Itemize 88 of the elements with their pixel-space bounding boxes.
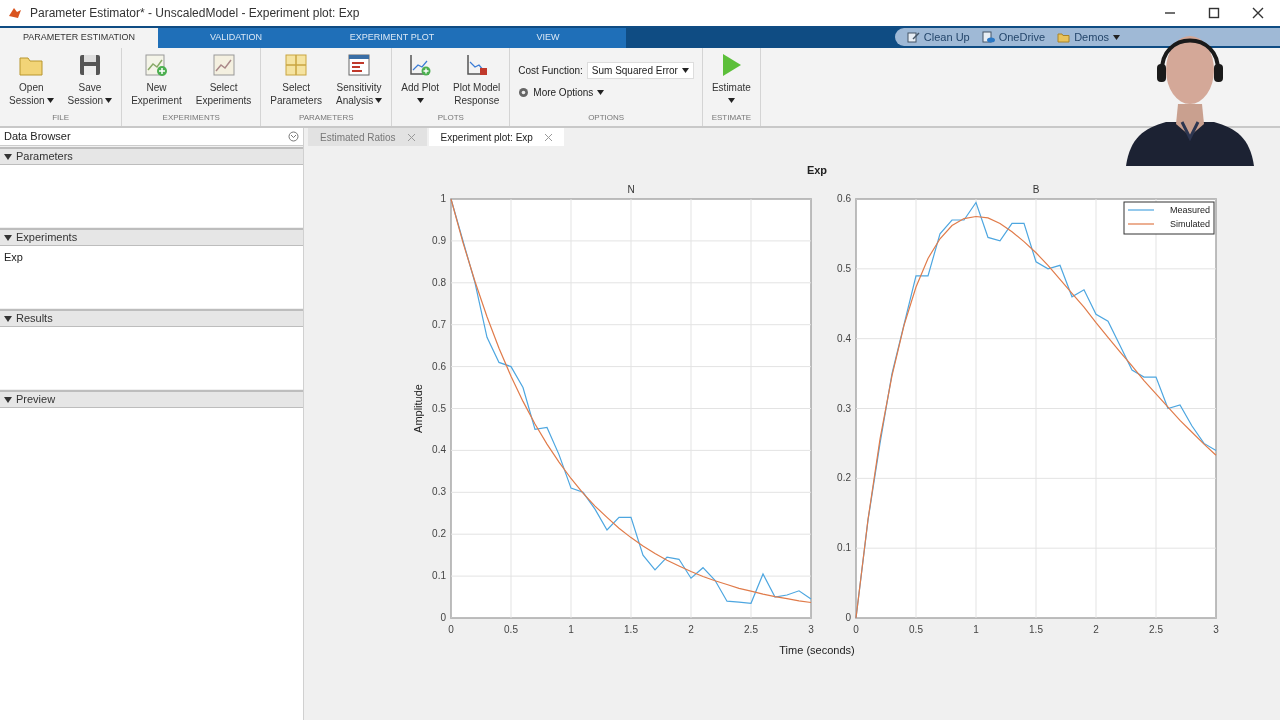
toolstrip-button[interactable]: New Experiment [126, 52, 187, 107]
document-tab[interactable]: Estimated Ratios [308, 128, 427, 146]
tick-label: 0.9 [432, 234, 446, 246]
legend-line [1127, 223, 1155, 225]
tick-label: 0.1 [837, 542, 851, 554]
document-tab[interactable]: Experiment plot: Exp [428, 128, 564, 146]
plot-title: N [627, 184, 635, 195]
more-options-button[interactable]: More Options [518, 85, 694, 100]
cloud-icon [981, 30, 995, 44]
axis-label: Amplitude [412, 384, 424, 433]
section-header[interactable]: Experiments [0, 228, 303, 246]
group-label: FILE [51, 112, 71, 124]
tick-label: 0.2 [432, 528, 446, 540]
toolbar-button[interactable]: Clean Up [906, 28, 970, 46]
toolstrip-button[interactable]: Plot Model Response [448, 52, 506, 107]
tick-label: 0.3 [432, 486, 446, 498]
window-chart-icon [346, 52, 373, 78]
tick-label: 3 [808, 624, 814, 635]
field-label: Cost Function: [518, 64, 583, 78]
tick-label: 1 [973, 624, 979, 635]
group-label: PARAMETERS [298, 112, 355, 124]
tick-label: 0.4 [432, 444, 446, 456]
tick-label: 0 [845, 612, 851, 623]
ribbon-tab[interactable]: PARAMETER ESTIMATION [0, 28, 158, 48]
tick-label: 2.5 [1149, 624, 1163, 635]
legend-label: Simulated [1169, 219, 1210, 229]
gear-icon [518, 87, 530, 98]
tick-label: 1.5 [624, 624, 638, 635]
caret-icon [681, 68, 689, 73]
group-label: ESTIMATE [710, 112, 753, 124]
tick-label: 0.8 [432, 276, 446, 288]
tick-label: 0.2 [837, 472, 851, 484]
toolstrip-button[interactable]: Sensitivity Analysis [331, 52, 388, 107]
tick-label: 0.6 [432, 360, 446, 372]
dropdown-field[interactable]: Sum Squared Error [586, 62, 694, 79]
section-header[interactable]: Parameters [0, 147, 303, 165]
tick-label: 2 [688, 624, 694, 635]
close-icon[interactable] [1252, 7, 1264, 19]
folder-icon [1057, 30, 1071, 44]
document-plus-icon [143, 52, 170, 78]
tick-label: 1.5 [1029, 624, 1043, 635]
plot-title: B [1032, 184, 1040, 195]
tick-label: 0.3 [837, 402, 851, 414]
document-chart-icon [210, 52, 237, 78]
list-item[interactable]: Exp [4, 249, 299, 266]
panel-title: Data Browser [4, 129, 71, 145]
legend-label: Measured [1169, 205, 1210, 215]
toolstrip-button[interactable]: Save Session [62, 52, 118, 107]
tick-label: 0.5 [432, 402, 446, 414]
toolbar-button[interactable]: OneDrive [981, 28, 1046, 46]
tick-label: 0 [853, 624, 859, 635]
section-header[interactable]: Preview [0, 390, 303, 408]
toolstrip-button[interactable]: Open Session [4, 52, 59, 107]
maximize-icon[interactable] [1208, 7, 1220, 19]
tick-label: 0.1 [432, 570, 446, 582]
tick-label: 1 [440, 193, 446, 204]
ribbon-tab[interactable]: VIEW [470, 28, 626, 48]
toolstrip-button[interactable]: Estimate [706, 52, 756, 107]
tick-label: 0.4 [837, 332, 851, 344]
legend-line [1127, 209, 1155, 211]
toolstrip-button[interactable]: Select Experiments [190, 52, 257, 107]
caret-icon [597, 90, 605, 95]
tick-label: 3 [1213, 624, 1219, 635]
tick-label: 2 [1093, 624, 1099, 635]
tick-label: 0 [448, 624, 454, 635]
toolstrip-button[interactable]: Add Plot [396, 52, 445, 107]
collapse-icon[interactable] [288, 131, 299, 142]
section-header[interactable]: Results [0, 309, 303, 327]
tick-label: 0.7 [432, 318, 446, 330]
tick-label: 2.5 [744, 624, 758, 635]
group-label: PLOTS [436, 112, 465, 124]
group-label: EXPERIMENTS [161, 112, 221, 124]
tick-label: 0.5 [837, 262, 851, 274]
tick-label: 1 [568, 624, 574, 635]
app-logo-icon [8, 6, 22, 20]
figure-title: Exp [806, 163, 828, 178]
group-label: OPTIONS [587, 112, 626, 124]
axis-label: Time (seconds) [779, 643, 855, 658]
toolstrip-button[interactable]: Select Parameters [265, 52, 327, 107]
ribbon-tab[interactable]: VALIDATION [158, 28, 314, 48]
tick-label: 0.5 [504, 624, 518, 635]
tick-label: 0 [440, 612, 446, 623]
tick-label: 0.5 [909, 624, 923, 635]
grid-icon [283, 52, 310, 78]
tick-label: 0.6 [837, 193, 851, 204]
ribbon-tab[interactable]: EXPERIMENT PLOT [314, 28, 470, 48]
window-title: Parameter Estimator* - UnscaledModel - Experiment plot: Exp [30, 5, 360, 22]
toolbar-button[interactable]: Demos [1057, 28, 1120, 46]
